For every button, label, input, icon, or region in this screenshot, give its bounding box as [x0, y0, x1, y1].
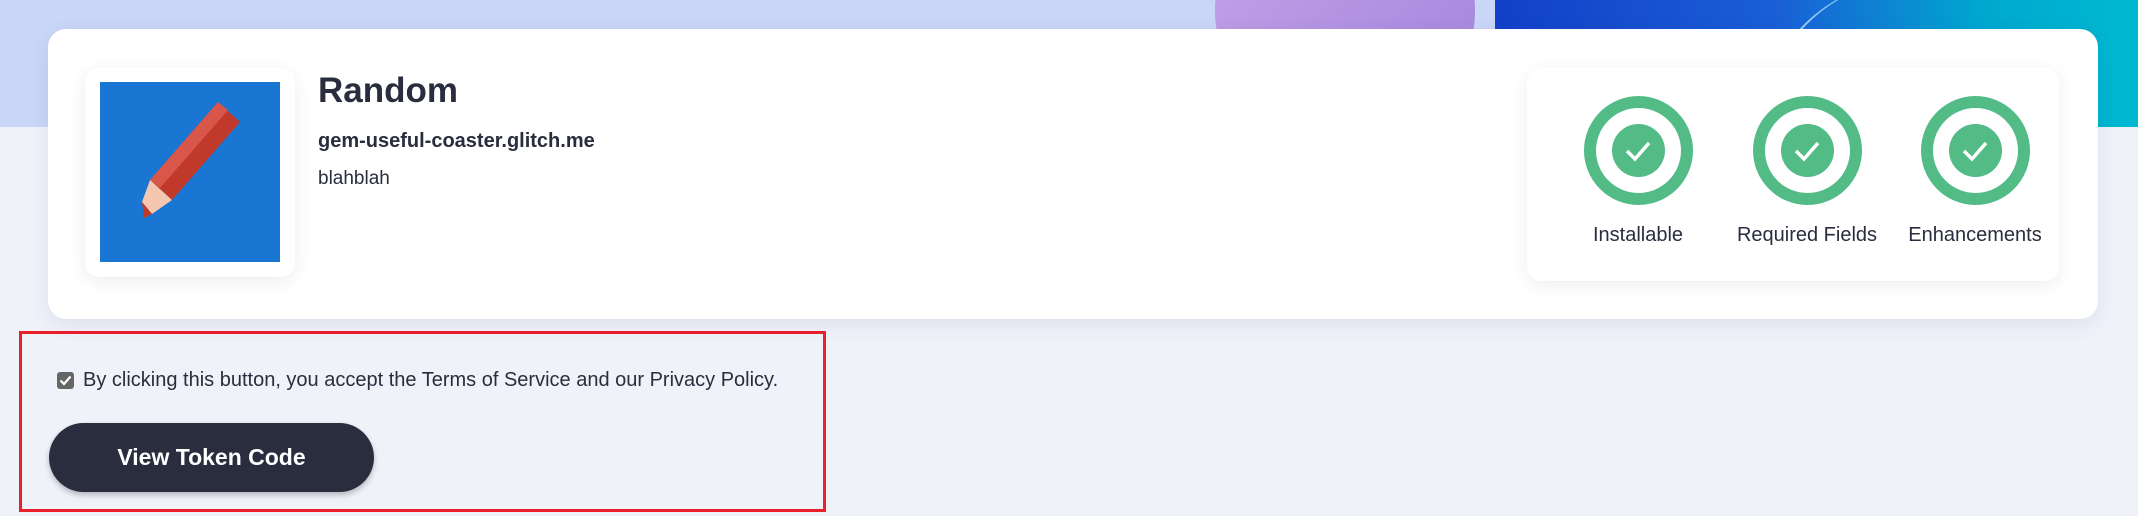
stat-installable: Installable	[1554, 96, 1722, 247]
stat-label: Required Fields	[1736, 224, 1878, 246]
app-description: blahblah	[318, 168, 390, 189]
status-ring	[1920, 96, 2030, 205]
app-summary-card: Random gem-useful-coaster.glitch.me blah…	[48, 29, 2098, 319]
check-icon	[1962, 141, 1988, 162]
checkmark-icon	[59, 375, 72, 386]
stat-required-fields: Required Fields	[1723, 96, 1891, 247]
app-icon	[100, 82, 280, 262]
stat-label: Installable	[1592, 224, 1684, 246]
stat-label: Enhancements	[1908, 224, 2042, 246]
app-url: gem-useful-coaster.glitch.me	[318, 130, 595, 152]
app-title: Random	[318, 71, 458, 110]
highlight-box: By clicking this button, you accept the …	[19, 331, 826, 512]
status-ring	[1583, 96, 1693, 205]
app-icon-frame	[85, 68, 295, 277]
check-icon	[1625, 141, 1651, 162]
view-token-code-button[interactable]: View Token Code	[49, 423, 374, 492]
check-icon	[1794, 141, 1820, 162]
status-ring	[1752, 96, 1862, 205]
validation-summary: Installable Required Fields Enhancements	[1527, 68, 2059, 281]
terms-checkbox[interactable]	[57, 372, 74, 389]
pencil-icon	[142, 102, 240, 218]
terms-label: By clicking this button, you accept the …	[83, 369, 779, 391]
stat-enhancements: Enhancements	[1891, 96, 2059, 247]
